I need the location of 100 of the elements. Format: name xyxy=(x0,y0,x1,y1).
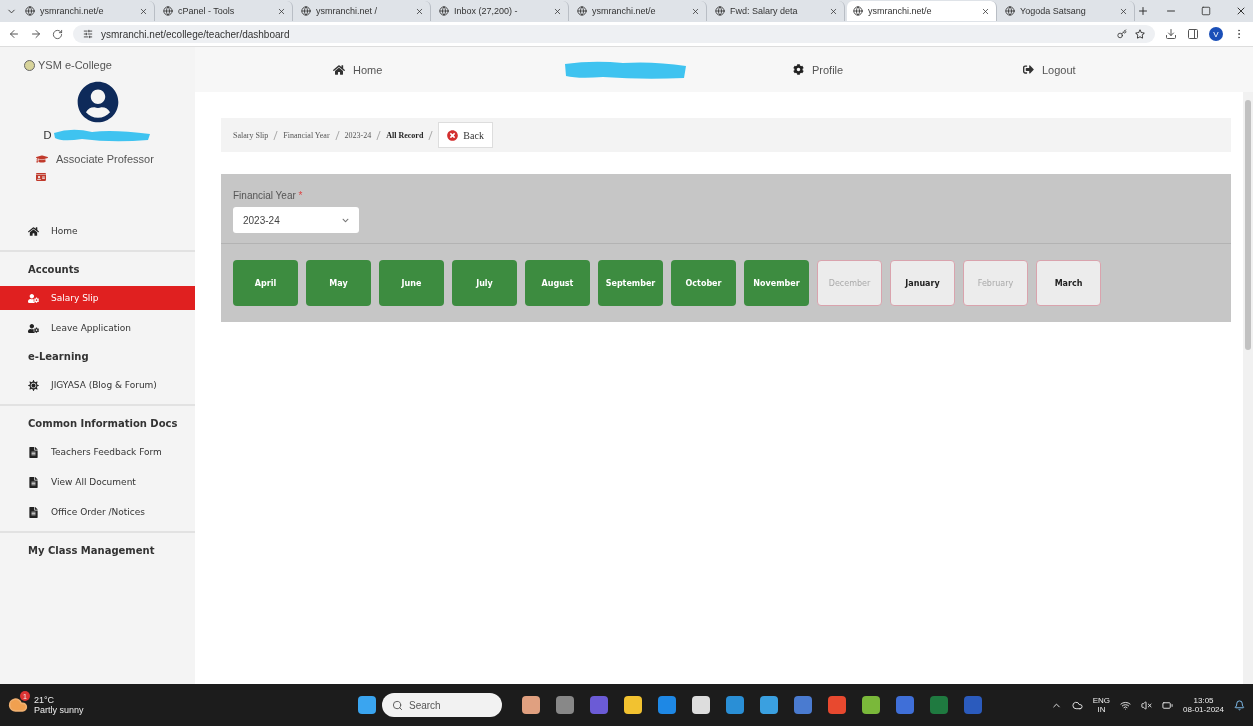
avatar-icon xyxy=(76,81,119,123)
tab-title: Inbox (27,200) - xyxy=(454,6,519,16)
nav-link[interactable]: Profile xyxy=(793,63,1023,76)
nav-link[interactable]: Home xyxy=(333,63,563,76)
tab-title: ysmranchi.net/e xyxy=(868,6,933,16)
month-button[interactable]: August xyxy=(525,260,590,306)
sidebar-item[interactable]: JIGYASA (Blog & Forum) xyxy=(0,373,195,397)
home-icon xyxy=(28,225,39,237)
scrollbar-thumb[interactable] xyxy=(1245,100,1251,350)
temperature: 21°C xyxy=(34,695,56,705)
profile-avatar[interactable]: V xyxy=(1209,27,1223,41)
close-icon[interactable] xyxy=(139,6,148,16)
nav-link[interactable]: Logout xyxy=(1023,63,1253,76)
month-button[interactable]: April xyxy=(233,260,298,306)
browser-tab[interactable]: cPanel - Tools xyxy=(157,1,293,21)
sidebar-item[interactable]: Office Order /Notices xyxy=(0,500,195,524)
month-button[interactable]: September xyxy=(598,260,663,306)
month-button[interactable]: May xyxy=(306,260,371,306)
app-icon[interactable] xyxy=(726,696,744,714)
wifi-icon[interactable] xyxy=(1120,699,1132,711)
close-icon[interactable] xyxy=(981,6,990,16)
document-icon xyxy=(28,476,39,488)
reload-icon[interactable] xyxy=(52,28,63,40)
breadcrumb-item[interactable]: 2023-24 xyxy=(344,130,372,140)
browser-tab[interactable]: ysmranchi.net/e xyxy=(19,1,155,21)
gear-icon xyxy=(28,379,39,391)
back-icon[interactable] xyxy=(8,28,20,40)
tab-title: cPanel - Tools xyxy=(178,6,236,16)
year-select[interactable]: 2023-24 xyxy=(233,207,359,233)
close-icon[interactable] xyxy=(829,6,838,16)
month-button[interactable]: January xyxy=(890,260,955,306)
app-icon[interactable] xyxy=(658,696,676,714)
globe-icon xyxy=(163,6,173,16)
app-icon[interactable] xyxy=(896,696,914,714)
close-icon[interactable] xyxy=(415,6,424,16)
brand-name: YSM e-College xyxy=(38,59,112,71)
app-icon[interactable] xyxy=(522,696,540,714)
back-icon xyxy=(447,129,459,141)
globe-icon xyxy=(301,6,311,16)
clock[interactable]: 13:05 08-01-2024 xyxy=(1183,696,1224,714)
browser-tab[interactable]: Fwd: Salary deta xyxy=(709,1,845,21)
app-icon[interactable] xyxy=(794,696,812,714)
browser-tab[interactable]: Yogoda Satsang xyxy=(999,1,1135,21)
app-icon[interactable] xyxy=(624,696,642,714)
back-button[interactable]: Back xyxy=(438,122,493,148)
month-button[interactable]: November xyxy=(744,260,809,306)
tab-title: ysmranchi.net/e xyxy=(592,6,657,16)
cloud-icon[interactable] xyxy=(1071,699,1083,711)
sidebar-item[interactable]: Teachers Feedback Form xyxy=(0,440,195,464)
weather-icon[interactable] xyxy=(8,695,28,715)
tab-title: Fwd: Salary deta xyxy=(730,6,799,16)
browser-tab[interactable]: ysmranchi.net / xyxy=(295,1,431,21)
app-icon[interactable] xyxy=(930,696,948,714)
mute-icon[interactable] xyxy=(1141,699,1153,711)
forward-icon[interactable] xyxy=(30,28,42,40)
app-icon[interactable] xyxy=(692,696,710,714)
maximize-icon[interactable] xyxy=(1201,6,1211,16)
section-heading: My Class Management xyxy=(27,544,156,558)
month-button[interactable]: July xyxy=(452,260,517,306)
tab-title: ysmranchi.net / xyxy=(316,6,379,16)
globe-icon xyxy=(1005,6,1015,16)
sidebar-item[interactable]: Home xyxy=(0,219,195,243)
notification-icon[interactable] xyxy=(1234,699,1245,711)
app-icon[interactable] xyxy=(590,696,608,714)
close-icon[interactable] xyxy=(691,6,700,16)
key-icon[interactable] xyxy=(1117,29,1127,39)
search-field[interactable]: Search xyxy=(382,693,502,717)
close-icon[interactable] xyxy=(277,6,286,16)
browser-tab[interactable]: ysmranchi.net/e xyxy=(571,1,707,21)
breadcrumb-item[interactable]: Salary Slip xyxy=(233,130,269,140)
download-icon[interactable] xyxy=(1165,28,1177,40)
app-icon[interactable] xyxy=(760,696,778,714)
star-icon[interactable] xyxy=(1135,29,1145,39)
sidebar-item[interactable]: Leave Application xyxy=(0,316,195,340)
address-bar[interactable]: ysmranchi.net/ecollege/teacher/dashboard xyxy=(73,25,1155,43)
id-card-icon xyxy=(36,172,46,182)
graduation-cap-icon xyxy=(36,153,48,165)
user-name: D xyxy=(43,128,52,142)
close-icon[interactable] xyxy=(1235,5,1247,17)
globe-icon xyxy=(439,6,449,16)
site-settings-icon[interactable] xyxy=(83,29,93,39)
app-icon[interactable] xyxy=(862,696,880,714)
sidebar-item[interactable]: View All Document xyxy=(0,470,195,494)
app-icon[interactable] xyxy=(556,696,574,714)
breadcrumb-item[interactable]: Financial Year xyxy=(283,130,330,140)
close-icon[interactable] xyxy=(553,6,562,16)
new-tab-icon[interactable] xyxy=(1137,5,1149,17)
document-icon xyxy=(28,506,39,518)
month-button[interactable]: June xyxy=(379,260,444,306)
close-icon[interactable] xyxy=(1119,6,1128,16)
sidebar-item[interactable]: Salary Slip xyxy=(0,286,195,310)
browser-tab[interactable]: ysmranchi.net/e xyxy=(847,1,997,21)
month-button[interactable]: October xyxy=(671,260,736,306)
tab-title: Yogoda Satsang xyxy=(1020,6,1087,16)
app-icon[interactable] xyxy=(828,696,846,714)
browser-tab[interactable]: Inbox (27,200) - xyxy=(433,1,569,21)
side-panel-icon[interactable] xyxy=(1187,28,1199,40)
language-indicator[interactable]: ENG IN xyxy=(1092,696,1111,714)
globe-icon xyxy=(715,6,725,16)
month-button[interactable]: March xyxy=(1036,260,1101,306)
